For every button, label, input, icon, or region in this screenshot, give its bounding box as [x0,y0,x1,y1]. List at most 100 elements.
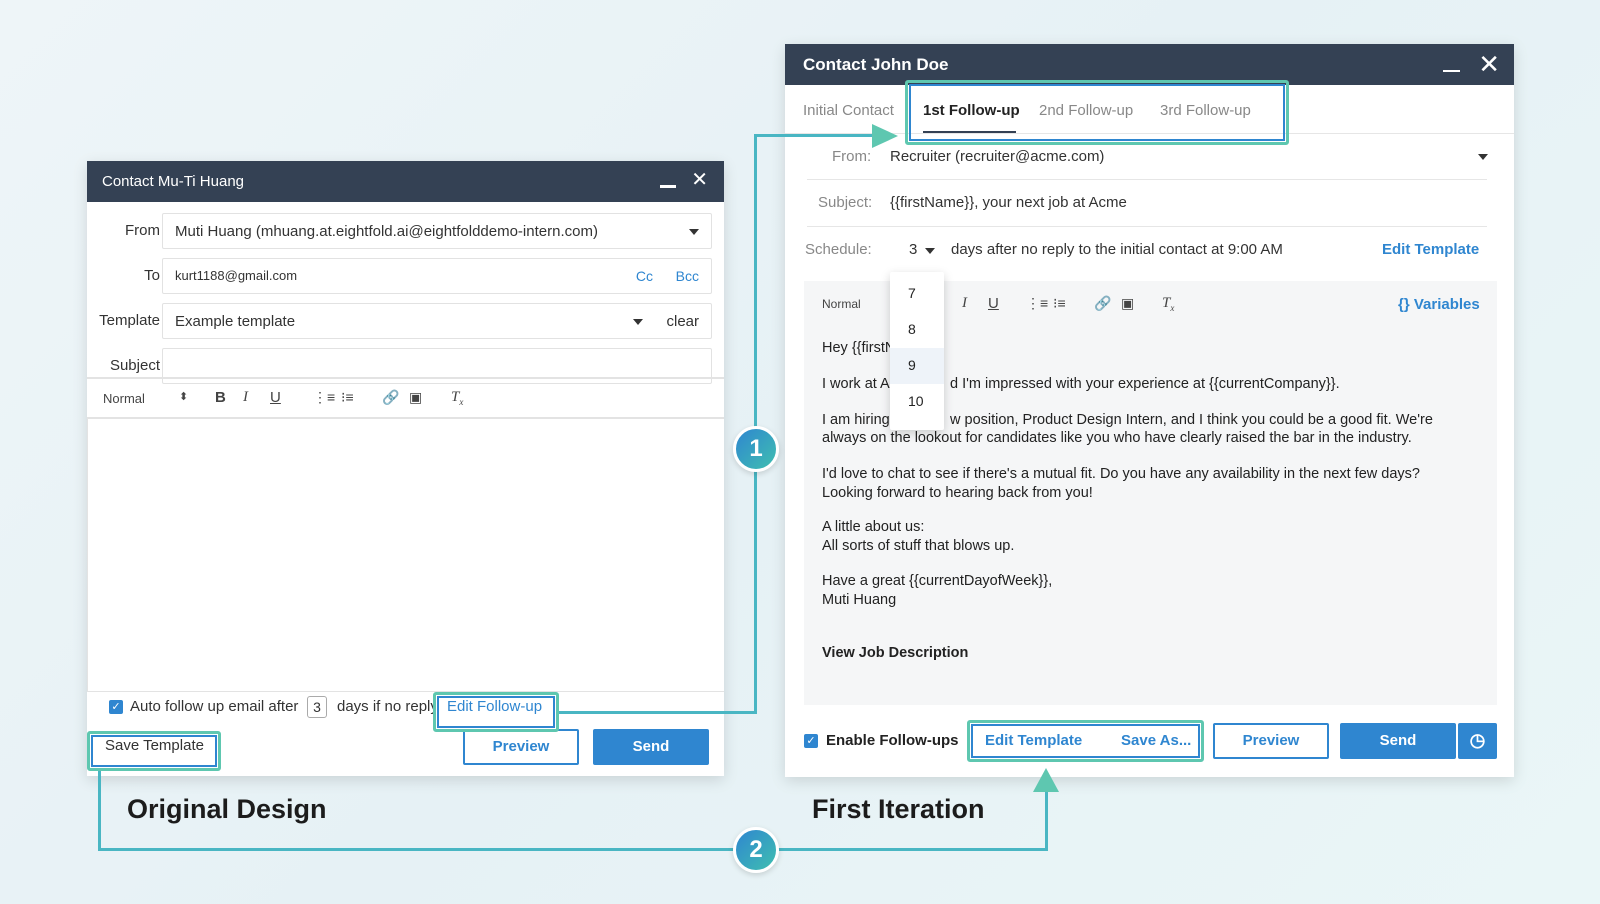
highlight-inner [909,84,1285,141]
auto-followup-label: Auto follow up email after [130,698,299,715]
connector-line [1045,790,1048,851]
link-icon[interactable]: 🔗 [382,389,399,406]
close-icon[interactable]: ✕ [691,169,708,191]
to-value: kurt1188@gmail.com [175,268,298,283]
chevron-down-icon[interactable] [925,248,935,254]
ordered-list-icon[interactable]: ⋮≡ [1026,295,1048,312]
body-greeting: Hey {{firstN [822,340,896,356]
template-label: Template [99,312,160,329]
body-p4: A little about us: All sorts of stuff th… [822,519,1015,554]
body-p1-end: d I'm impressed with your experience at … [950,376,1340,392]
iteration-titlebar: Contact John Doe ✕ [785,44,1514,85]
template-row: Template Example template clear [87,299,724,343]
style-select[interactable]: Normal [822,297,861,311]
ordered-list-icon[interactable]: ⋮≡ [313,389,335,406]
followup-days-input[interactable]: 3 [307,696,327,718]
minimize-icon[interactable] [660,174,676,188]
day-option-9[interactable]: 9 [890,348,944,384]
italic-icon[interactable]: I [243,389,248,406]
clear-format-icon[interactable]: Tx [451,389,463,407]
schedule-label: Schedule: [805,241,872,258]
template-select[interactable]: Example template clear [162,303,712,339]
schedule-days-dropdown: 7 8 9 10 [890,272,944,430]
send-button[interactable]: Send [593,729,709,765]
close-icon[interactable]: ✕ [1478,50,1500,78]
enable-followups-label: Enable Follow-ups [826,732,959,749]
message-editor[interactable] [87,419,724,691]
body-p2-end: w position, Product Design Intern, and I… [950,412,1433,428]
tab-initial-contact[interactable]: Initial Contact [803,102,894,119]
template-clear-button[interactable]: clear [666,313,699,330]
auto-followup-checkbox[interactable]: ✓ [109,700,123,714]
body-p5: Have a great {{currentDayofWeek}}, Muti … [822,573,1053,608]
bold-icon[interactable]: B [215,389,226,406]
step-2-badge: 2 [733,827,779,873]
subject-label: Subject [109,357,160,374]
auto-followup-row: ✓ Auto follow up email after 3 days if n… [87,691,724,721]
view-job-description-link[interactable]: View Job Description [822,644,968,663]
schedule-send-clock-icon[interactable]: ◷ [1458,723,1497,759]
auto-followup-suffix: days if no reply [337,698,438,715]
connector-line [754,134,874,137]
chevron-down-icon [633,319,643,325]
link-icon[interactable]: 🔗 [1094,295,1111,312]
connector-line [754,134,757,714]
arrow-right-icon [872,124,898,148]
cc-button[interactable]: Cc [636,268,653,284]
minimize-icon[interactable] [1443,57,1460,72]
preview-button[interactable]: Preview [463,729,579,765]
original-titlebar: Contact Mu-Ti Huang ✕ [87,161,724,202]
original-compose-window: Contact Mu-Ti Huang ✕ From Muti Huang (m… [87,161,724,776]
image-icon[interactable]: ▣ [1121,295,1134,312]
from-row: From Muti Huang (mhuang.at.eightfold.ai@… [87,209,724,253]
to-row: To kurt1188@gmail.com Cc Bcc [87,254,724,298]
from-value: Muti Huang (mhuang.at.eightfold.ai@eight… [175,223,598,240]
connector-line [98,771,101,851]
subject-input[interactable]: {{firstName}}, your next job at Acme [890,194,1127,211]
send-button[interactable]: Send [1340,723,1456,759]
from-label: From [125,222,160,239]
image-icon[interactable]: ▣ [409,389,422,406]
highlight-save-template [87,731,221,771]
underline-icon[interactable]: U [988,295,999,312]
connector-line [98,848,1048,851]
connector-line [559,711,756,714]
day-option-7[interactable]: 7 [890,276,944,312]
highlight-inner [971,724,1200,758]
original-design-caption: Original Design [127,794,327,824]
formatting-toolbar: Normal ⬍ B I U ⋮≡ ⁝≡ 🔗 ▣ Tx [87,377,724,419]
highlight-inner [437,696,555,728]
day-option-8[interactable]: 8 [890,312,944,348]
chevron-down-icon [689,229,699,235]
chevron-down-icon[interactable] [1478,154,1488,160]
from-select[interactable]: Muti Huang (mhuang.at.eightfold.ai@eight… [162,213,712,249]
style-select[interactable]: Normal [103,391,145,406]
to-input[interactable]: kurt1188@gmail.com Cc Bcc [162,258,712,294]
variables-button[interactable]: {} Variables [1398,296,1480,313]
body-p2-start: I am hiring [822,412,890,428]
edit-template-link[interactable]: Edit Template [1382,241,1479,258]
day-option-10[interactable]: 10 [890,384,944,420]
highlight-template-actions [967,720,1204,762]
body-p2-line2: always on the lookout for candidates lik… [822,430,1412,446]
up-down-icon[interactable]: ⬍ [179,390,188,403]
to-label: To [144,267,160,284]
template-value: Example template [175,313,296,330]
bullet-list-icon[interactable]: ⁝≡ [341,389,354,406]
preview-button[interactable]: Preview [1213,723,1329,759]
enable-followups-checkbox[interactable]: ✓ [804,734,818,748]
first-iteration-caption: First Iteration [812,794,985,824]
step-1-badge: 1 [733,426,779,472]
bullet-list-icon[interactable]: ⁝≡ [1053,295,1066,312]
divider [807,226,1487,227]
body-p1-start: I work at A [822,376,890,392]
bcc-button[interactable]: Bcc [676,268,699,284]
clear-format-icon[interactable]: Tx [1162,295,1174,313]
from-select[interactable]: Recruiter (recruiter@acme.com) [890,148,1104,165]
schedule-days-select[interactable]: 3 [909,241,917,258]
divider [807,179,1487,180]
underline-icon[interactable]: U [270,389,281,406]
schedule-text: days after no reply to the initial conta… [951,241,1283,258]
italic-icon[interactable]: I [962,295,967,312]
highlight-inner [91,735,217,767]
